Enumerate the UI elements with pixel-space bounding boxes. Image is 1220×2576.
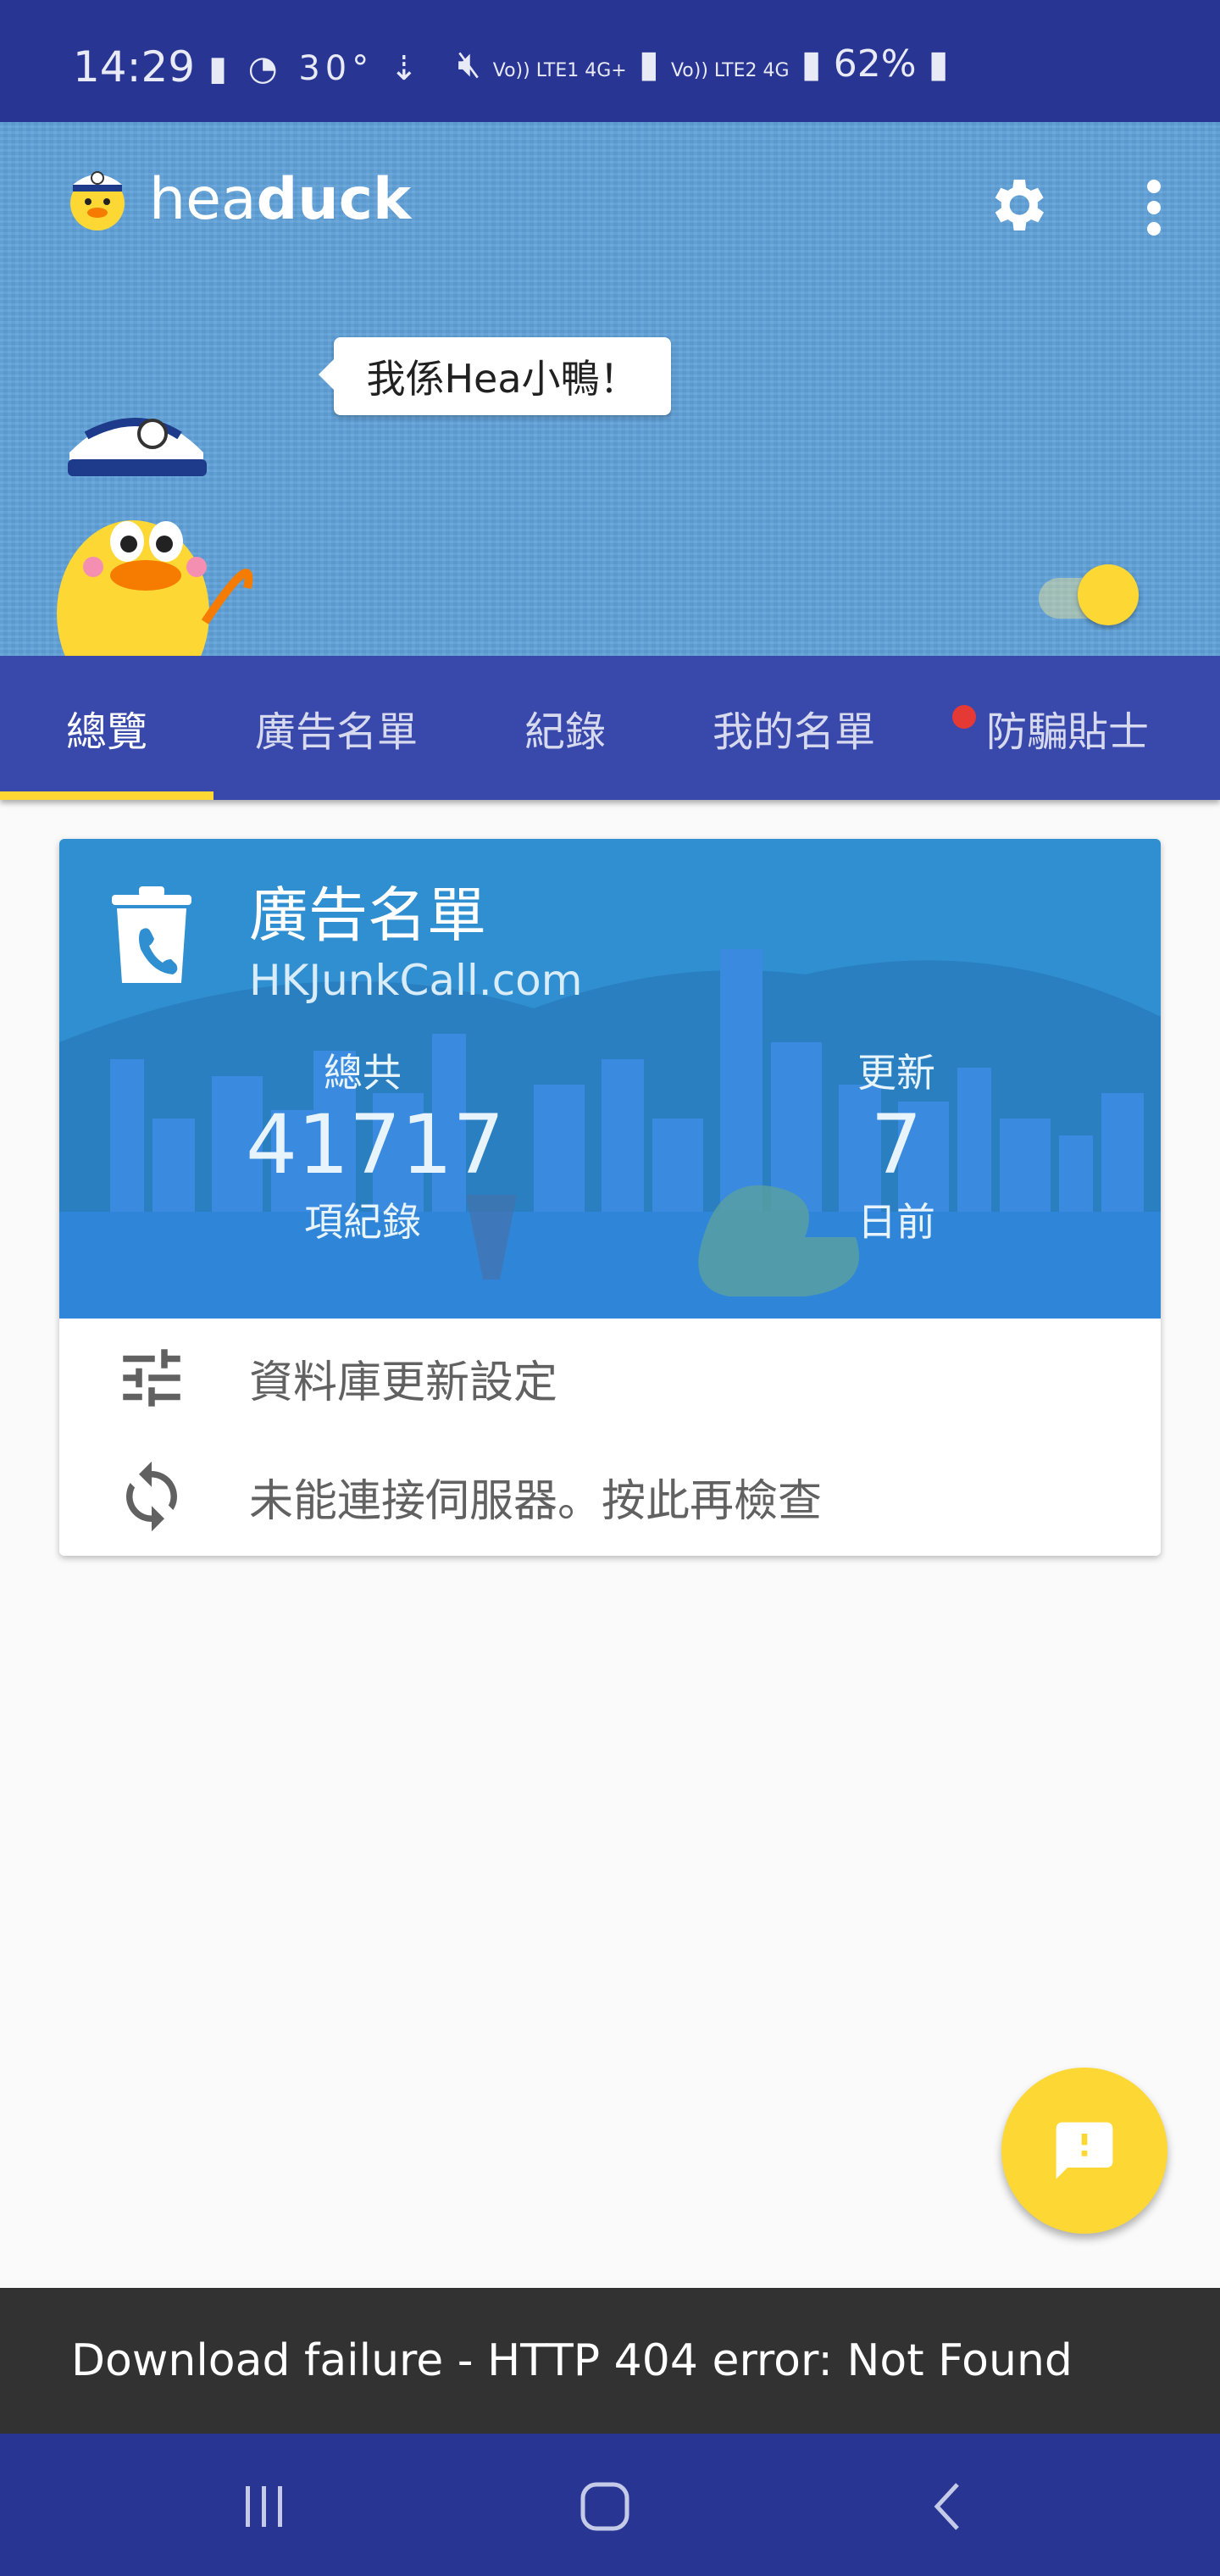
status-time: 14:29 <box>73 42 196 92</box>
server-retry-row[interactable]: 未能連接伺服器。按此再檢查 <box>59 1437 1161 1556</box>
trash-phone-icon <box>112 886 191 983</box>
system-nav-bar <box>0 2434 1220 2576</box>
tab-overview[interactable]: 總覽 <box>0 656 214 800</box>
network-2-label: Vo)) LTE2 4G <box>670 60 790 81</box>
snackbar-message: Download failure - HTTP 404 error: Not F… <box>71 2335 1073 2386</box>
tab-badge-dot <box>952 705 976 729</box>
stat-update-value: 7 <box>870 1097 923 1192</box>
mute-icon: 🔇︎ <box>458 42 481 86</box>
active-tab-indicator <box>0 791 214 800</box>
tab-my-list[interactable]: 我的名單 <box>671 656 917 800</box>
stat-total-label: 總共 <box>324 1050 402 1096</box>
app-name: headuck <box>149 166 412 233</box>
stat-total-value: 41717 <box>246 1097 505 1192</box>
settings-gear-icon[interactable] <box>983 171 1051 239</box>
tune-icon <box>123 1349 180 1407</box>
junk-list-card[interactable]: 廣告名單 HKJunkCall.com 總共 41717 項紀錄 更新 7 日前… <box>59 839 1161 1556</box>
card-subtitle: HKJunkCall.com <box>249 956 583 1005</box>
snackbar: Download failure - HTTP 404 error: Not F… <box>0 2288 1220 2434</box>
tab-bar: 總覽 廣告名單 紀錄 我的名單 防騙貼士 <box>0 656 1220 800</box>
tab-records[interactable]: 紀錄 <box>459 656 671 800</box>
signal-1-icon: ▮ <box>638 42 659 86</box>
db-update-settings-label: 資料庫更新設定 <box>249 1357 558 1408</box>
card-title: 廣告名單 <box>249 880 486 950</box>
feedback-icon <box>1056 2122 1113 2179</box>
speech-bubble: 我係Hea小鴨！ <box>319 337 671 415</box>
stat-total-unit: 項紀錄 <box>304 1199 421 1245</box>
stat-total: 總共 41717 項紀錄 <box>246 1042 505 1247</box>
network-1-label: Vo)) LTE1 4G+ <box>492 60 627 81</box>
overflow-menu-icon[interactable] <box>1137 178 1171 237</box>
server-retry-label: 未能連接伺服器。按此再檢查 <box>249 1475 823 1527</box>
stat-update-label: 更新 <box>857 1050 935 1096</box>
stat-update: 更新 7 日前 <box>822 1042 971 1247</box>
back-icon[interactable] <box>930 2481 964 2532</box>
skyline-illustration <box>59 949 1161 1319</box>
battery-percent: 62% <box>833 42 917 86</box>
app-header: headuck 我係Hea小鴨！ <box>0 122 1220 724</box>
sync-icon <box>126 1461 177 1532</box>
battery-icon: ▮ <box>928 42 949 86</box>
status-temperature: 30° <box>298 49 374 88</box>
mascot-toggle-knob[interactable] <box>1078 564 1139 625</box>
recents-icon[interactable] <box>239 2481 290 2532</box>
logo-duck-icon <box>70 171 125 230</box>
feedback-fab[interactable] <box>1001 2068 1167 2234</box>
tab-junk-list[interactable]: 廣告名單 <box>214 656 459 800</box>
status-notification-icons: ▮ ◔ 30° ⇣ <box>208 49 424 88</box>
home-icon[interactable] <box>578 2479 632 2534</box>
status-bar: 14:29 ▮ ◔ 30° ⇣ 🔇︎ Vo)) LTE1 4G+ ▮ Vo)) … <box>0 0 1220 122</box>
signal-2-icon: ▮ <box>801 42 822 86</box>
stat-update-unit: 日前 <box>857 1199 935 1245</box>
card-banner[interactable]: 廣告名單 HKJunkCall.com 總共 41717 項紀錄 更新 7 日前 <box>59 839 1161 1319</box>
tab-scam-tips[interactable]: 防騙貼士 <box>940 656 1195 800</box>
status-right-group: 🔇︎ Vo)) LTE1 4G+ ▮ Vo)) LTE2 4G ▮ 62% ▮ <box>458 42 949 86</box>
db-update-settings-row[interactable]: 資料庫更新設定 <box>59 1319 1161 1437</box>
